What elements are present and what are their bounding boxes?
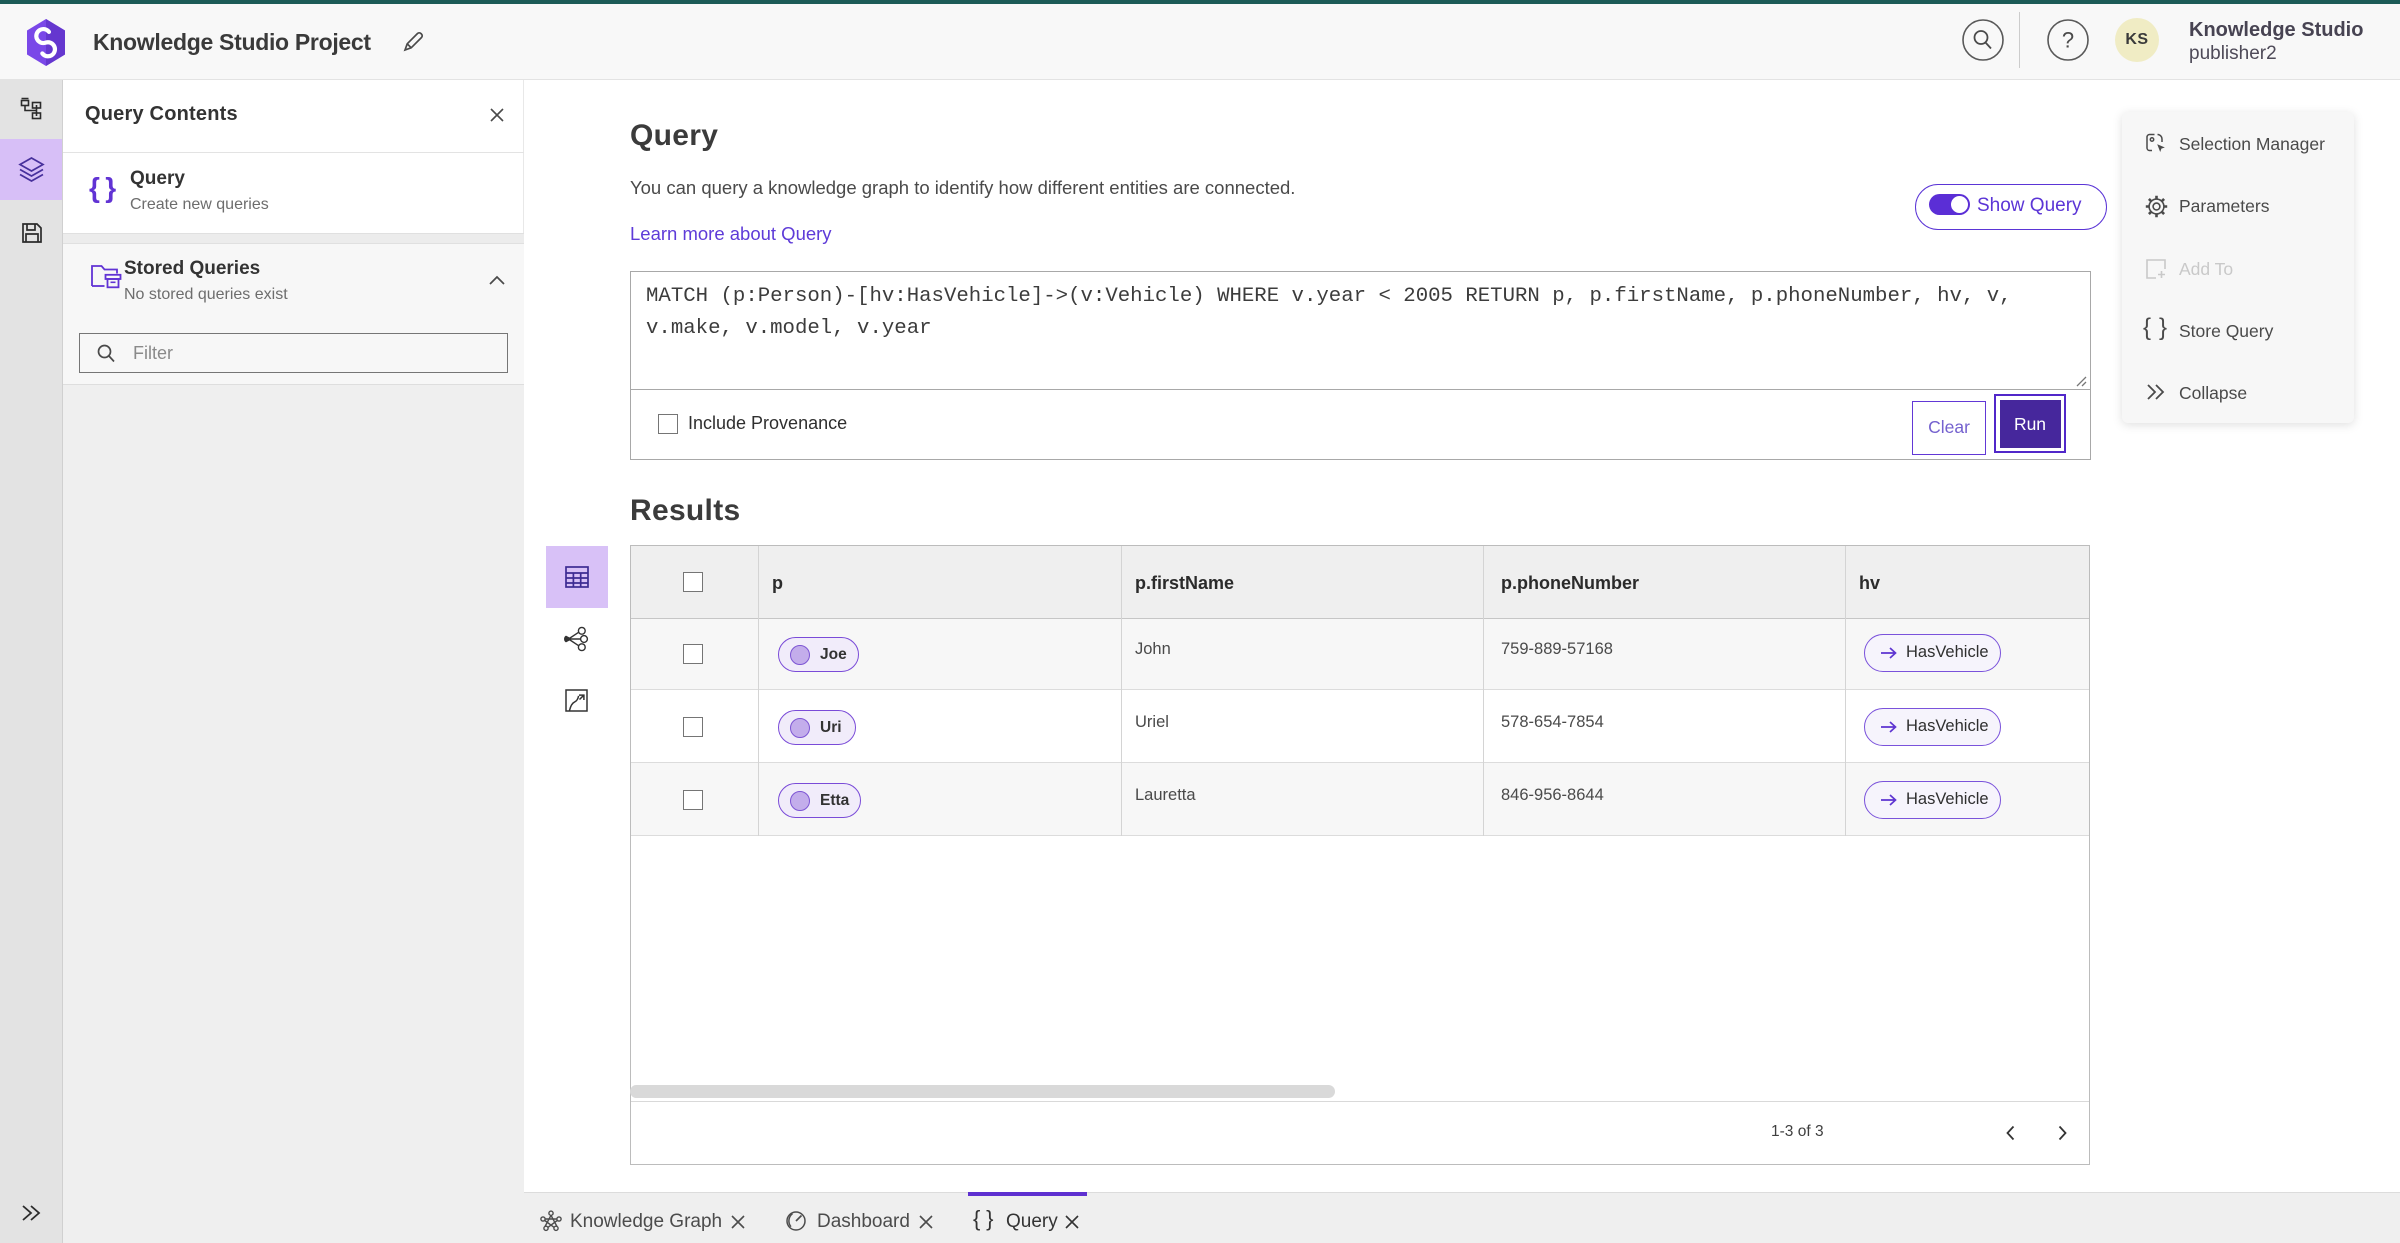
svg-text:?: ?	[2062, 28, 2074, 53]
